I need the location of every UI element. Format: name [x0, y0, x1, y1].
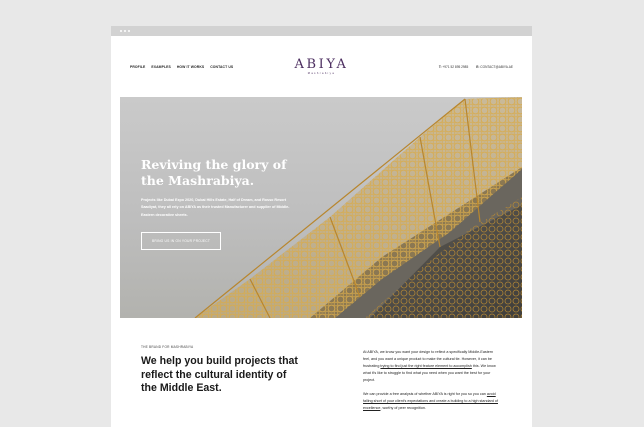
p2-text-a: We can provide a free analysis of whethe…	[363, 392, 487, 396]
browser-window: PROFILE EXAMPLES HOW IT WORKS CONTACT US…	[111, 26, 532, 427]
hero-title: Reviving the glory of the Mashrabiya.	[141, 157, 311, 189]
site-logo[interactable]: ABIYA Mashrabiya	[288, 58, 355, 75]
window-dot-close[interactable]	[120, 30, 122, 32]
intro-paragraph-1: At ABIYA, we know you want your design t…	[363, 349, 499, 384]
p2-text-b: , worthy of peer recognition.	[380, 406, 426, 410]
hero-content: Reviving the glory of the Mashrabiya. Pr…	[141, 157, 311, 250]
main-nav: PROFILE EXAMPLES HOW IT WORKS CONTACT US	[130, 65, 233, 69]
hero-title-line-2: the Mashrabiya.	[141, 173, 255, 188]
email-link[interactable]: E: CONTACT@ABIYA.AE	[476, 65, 513, 69]
phone-number: +971 52 895 2985	[442, 65, 469, 69]
email-label: E:	[476, 65, 480, 69]
intro-paragraph-2: We can provide a free analysis of whethe…	[363, 391, 499, 412]
phone-link[interactable]: T: +971 52 895 2985	[439, 65, 468, 69]
window-dot-minimize[interactable]	[124, 30, 126, 32]
browser-chrome	[111, 26, 532, 36]
window-dot-maximize[interactable]	[128, 30, 130, 32]
logo-tagline: Mashrabiya	[307, 72, 336, 75]
nav-link-how-it-works[interactable]: HOW IT WORKS	[177, 65, 204, 69]
hero-section: Reviving the glory of the Mashrabiya. Pr…	[120, 97, 522, 318]
header-contact: T: +971 52 895 2985 E: CONTACT@ABIYA.AE	[439, 65, 513, 69]
email-address: CONTACT@ABIYA.AE	[480, 65, 513, 69]
intro-body: At ABIYA, we know you want your design t…	[363, 349, 499, 412]
nav-link-examples[interactable]: EXAMPLES	[151, 65, 170, 69]
logo-wordmark: ABIYA	[294, 57, 349, 72]
hero-description: Projects like Dubai Expo 2020, Dubai Hil…	[141, 198, 290, 217]
nav-link-profile[interactable]: PROFILE	[130, 65, 145, 69]
nav-link-contact-us[interactable]: CONTACT US	[210, 65, 233, 69]
window-controls	[120, 30, 130, 32]
p1-link[interactable]: trying to find just the right feature el…	[380, 364, 471, 368]
hero-title-line-1: Reviving the glory of	[141, 157, 287, 172]
intro-eyebrow: THE BRAND FOR MASHRABIYA	[141, 345, 194, 349]
intro-headline: We help you build projects that reflect …	[141, 355, 298, 395]
hero-cta-button[interactable]: BRING US IN ON YOUR PROJECT	[141, 231, 222, 250]
site-header: PROFILE EXAMPLES HOW IT WORKS CONTACT US…	[111, 36, 532, 97]
intro-section: THE BRAND FOR MASHRABIYA We help you bui…	[111, 318, 532, 427]
